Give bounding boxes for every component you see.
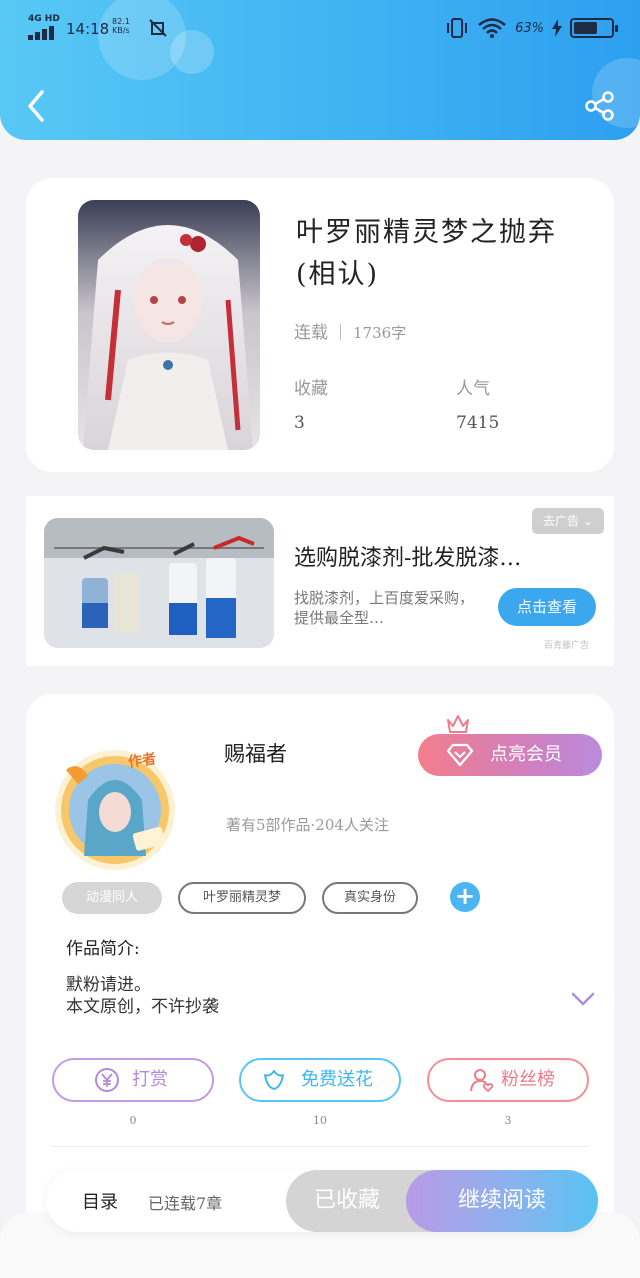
- book-meta: 连载 1736字: [294, 318, 406, 343]
- network-speed-value: 82.1: [112, 17, 130, 26]
- charging-icon: [552, 19, 562, 37]
- tag-yeloli[interactable]: 叶罗丽精灵梦: [178, 882, 306, 914]
- network-speed-unit: KB/s: [112, 26, 130, 35]
- ad-image[interactable]: [44, 518, 274, 648]
- crown-icon: [447, 715, 469, 733]
- ad-illustration: [44, 518, 274, 648]
- book-status: 连载: [294, 323, 328, 343]
- status-bar: 4G HD 14:18 82.1 KB/s 63%: [0, 0, 640, 56]
- tip-count: 0: [129, 1114, 137, 1127]
- battery-percent: 63%: [515, 20, 544, 36]
- status-right: 63%: [445, 16, 618, 40]
- author-avatar[interactable]: 作者: [48, 740, 182, 874]
- stat-popularity: 人气 7415: [456, 374, 499, 433]
- author-badge: 作者: [127, 751, 158, 771]
- tip-button[interactable]: 打赏: [52, 1058, 214, 1102]
- chevron-down-icon: ⌄: [582, 514, 593, 528]
- avatar-illustration: [55, 750, 175, 870]
- share-icon[interactable]: [584, 90, 616, 122]
- network-speed: 82.1 KB/s: [112, 17, 130, 35]
- tag-true-identity[interactable]: 真实身份: [322, 882, 418, 914]
- stat-value: 7415: [456, 413, 500, 433]
- tag-anime-fanfic[interactable]: 动漫同人: [62, 882, 162, 914]
- send-flower-label: 免费送花: [301, 1069, 373, 1090]
- ad-description: 找脱漆剂，上百度爱采购，提供最全型…: [294, 589, 475, 627]
- book-info-card: 叶罗丽精灵梦之抛弃(相认) 连载 1736字 收藏 3 人气 7415: [26, 178, 614, 472]
- author-works-info: 著有5部作品·204人关注: [226, 816, 389, 834]
- fan-count: 3: [504, 1114, 512, 1127]
- remove-ad-label: 去广告: [543, 514, 580, 528]
- tip-label: 打赏: [132, 1069, 168, 1090]
- fan-rank-icon: [470, 1069, 494, 1093]
- intro-text: 默粉请进。 本文原创，不许抄袭: [66, 975, 219, 1017]
- app-header: 4G HD 14:18 82.1 KB/s 63%: [0, 0, 640, 140]
- vip-button-label: 点亮会员: [490, 744, 562, 765]
- fan-ranking-button[interactable]: 粉丝榜: [427, 1058, 589, 1102]
- author-name[interactable]: 赐福者: [224, 738, 287, 768]
- fan-ranking-label: 粉丝榜: [501, 1069, 555, 1090]
- remove-ad-button[interactable]: 去广告 ⌄: [532, 508, 604, 534]
- screenshot-icon: [149, 19, 167, 37]
- expand-chevron-icon[interactable]: [570, 990, 596, 1008]
- battery-level: [574, 22, 597, 34]
- cover-illustration: [78, 200, 260, 450]
- stat-label: 收藏: [294, 379, 328, 399]
- stat-favorites: 收藏 3: [294, 374, 328, 433]
- divider: [52, 1146, 588, 1147]
- ad-cta-button[interactable]: 点击查看: [498, 588, 596, 626]
- serial-chapters[interactable]: 已连载7章: [148, 1190, 222, 1214]
- vibrate-icon: [447, 18, 468, 38]
- flower-count: 10: [313, 1114, 327, 1127]
- ad-banner[interactable]: [26, 496, 614, 666]
- network-type: 4G HD: [28, 14, 60, 24]
- vip-button[interactable]: 点亮会员: [418, 734, 602, 776]
- continue-reading-button[interactable]: 继续阅读: [406, 1170, 598, 1232]
- stat-label: 人气: [456, 379, 490, 399]
- signal-icon: [28, 24, 58, 40]
- add-tag-button[interactable]: +: [450, 882, 480, 912]
- book-cover-image[interactable]: [78, 200, 260, 450]
- back-icon[interactable]: [22, 88, 52, 124]
- status-time: 14:18: [66, 20, 110, 38]
- send-flower-button[interactable]: 免费送花: [239, 1058, 401, 1102]
- wifi-icon: [478, 18, 506, 38]
- diamond-icon: [446, 743, 474, 767]
- yen-icon: [95, 1068, 119, 1092]
- book-title: 叶罗丽精灵梦之抛弃(相认): [296, 217, 557, 290]
- ad-source: 百青藤广告: [544, 641, 590, 651]
- flower-icon: [264, 1070, 284, 1090]
- ad-title[interactable]: 选购脱漆剂-批发脱漆…: [294, 540, 521, 572]
- toc-button[interactable]: 目录: [82, 1188, 118, 1214]
- stat-value: 3: [294, 413, 305, 433]
- intro-label: 作品简介:: [66, 939, 140, 959]
- meta-divider: [340, 324, 341, 340]
- battery-icon: [570, 18, 618, 38]
- book-word-count: 1736字: [353, 324, 407, 342]
